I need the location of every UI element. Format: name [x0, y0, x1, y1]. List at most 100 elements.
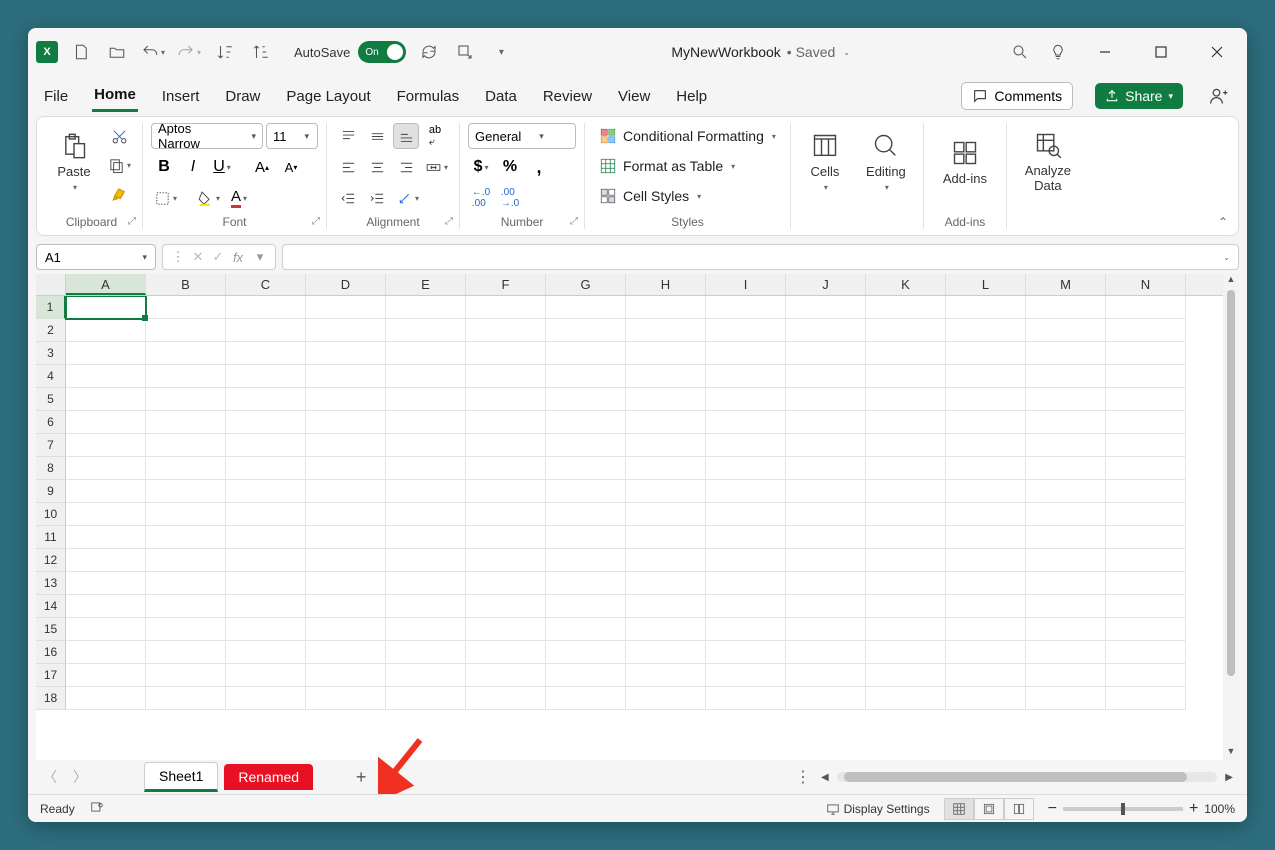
cell[interactable]	[786, 595, 866, 618]
cell[interactable]	[946, 641, 1026, 664]
cell[interactable]	[226, 457, 306, 480]
cell[interactable]	[946, 296, 1026, 319]
cell[interactable]	[626, 526, 706, 549]
row-header[interactable]: 8	[36, 457, 66, 480]
cell[interactable]	[466, 503, 546, 526]
cell[interactable]	[946, 480, 1026, 503]
cell[interactable]	[1106, 664, 1186, 687]
cell[interactable]	[386, 388, 466, 411]
cell[interactable]	[386, 687, 466, 710]
cell[interactable]	[1026, 296, 1106, 319]
cell[interactable]	[1026, 342, 1106, 365]
cell[interactable]	[946, 388, 1026, 411]
orientation-icon[interactable]: ▾	[393, 185, 422, 211]
decrease-decimal-icon[interactable]: .00→.0	[497, 185, 523, 211]
cell[interactable]	[546, 480, 626, 503]
borders-icon[interactable]: ▾	[151, 185, 180, 211]
cell[interactable]	[866, 595, 946, 618]
cell[interactable]	[546, 503, 626, 526]
underline-button[interactable]: U▾	[209, 154, 235, 180]
cell[interactable]	[146, 595, 226, 618]
cell[interactable]	[306, 664, 386, 687]
cell[interactable]	[1026, 664, 1106, 687]
cell[interactable]	[706, 296, 786, 319]
cell[interactable]	[66, 503, 146, 526]
cell[interactable]	[386, 641, 466, 664]
increase-indent-icon[interactable]	[364, 185, 390, 211]
search-icon[interactable]	[1007, 39, 1033, 65]
horizontal-scrollbar[interactable]: ◀ ▶	[817, 772, 1237, 783]
zoom-slider[interactable]	[1063, 807, 1183, 811]
cell[interactable]	[786, 388, 866, 411]
cell[interactable]	[706, 618, 786, 641]
cell[interactable]	[306, 687, 386, 710]
tab-review[interactable]: Review	[541, 82, 594, 111]
cell[interactable]	[946, 411, 1026, 434]
cancel-formula-icon[interactable]: ✕	[189, 249, 207, 265]
cell[interactable]	[466, 411, 546, 434]
tab-formulas[interactable]: Formulas	[395, 82, 462, 111]
cell[interactable]	[306, 572, 386, 595]
page-layout-view-icon[interactable]	[974, 798, 1004, 820]
cell[interactable]	[466, 572, 546, 595]
cell[interactable]	[66, 641, 146, 664]
cell[interactable]	[786, 296, 866, 319]
cell[interactable]	[226, 687, 306, 710]
cell[interactable]	[146, 503, 226, 526]
cell[interactable]	[1026, 572, 1106, 595]
cell[interactable]	[1026, 480, 1106, 503]
merge-center-icon[interactable]: ▾	[422, 154, 451, 180]
row-header[interactable]: 2	[36, 319, 66, 342]
cell[interactable]	[466, 641, 546, 664]
fill-color-icon[interactable]: ▾	[194, 185, 223, 211]
cell[interactable]	[626, 503, 706, 526]
cell[interactable]	[226, 572, 306, 595]
cell[interactable]	[386, 480, 466, 503]
normal-view-icon[interactable]	[944, 798, 974, 820]
cell[interactable]	[546, 595, 626, 618]
cell[interactable]	[706, 480, 786, 503]
cell[interactable]	[706, 549, 786, 572]
cell[interactable]	[626, 664, 706, 687]
cell[interactable]	[546, 572, 626, 595]
align-left-icon[interactable]	[335, 154, 361, 180]
cell[interactable]	[226, 365, 306, 388]
cell[interactable]	[706, 388, 786, 411]
cell[interactable]	[626, 365, 706, 388]
cell[interactable]	[1106, 572, 1186, 595]
cells-button[interactable]: Cells▾	[799, 123, 851, 201]
refresh-icon[interactable]	[416, 39, 442, 65]
qat-overflow-icon[interactable]: ▾	[488, 39, 514, 65]
decrease-indent-icon[interactable]	[335, 185, 361, 211]
shrink-font-icon[interactable]: A▾	[278, 154, 304, 180]
column-header[interactable]: C	[226, 274, 306, 295]
scroll-right-icon[interactable]: ▶	[1221, 772, 1237, 783]
cell[interactable]	[386, 342, 466, 365]
cell[interactable]	[306, 342, 386, 365]
cell[interactable]	[546, 342, 626, 365]
open-file-icon[interactable]	[104, 39, 130, 65]
autosave-toggle[interactable]: On	[358, 41, 406, 63]
cell[interactable]	[226, 641, 306, 664]
row-header[interactable]: 7	[36, 434, 66, 457]
cell[interactable]	[866, 526, 946, 549]
cell[interactable]	[146, 296, 226, 319]
cell[interactable]	[1026, 434, 1106, 457]
cell[interactable]	[386, 457, 466, 480]
cell[interactable]	[946, 342, 1026, 365]
column-header[interactable]: E	[386, 274, 466, 295]
cell[interactable]	[626, 411, 706, 434]
cell[interactable]	[226, 411, 306, 434]
cut-icon[interactable]	[105, 123, 134, 149]
cell[interactable]	[946, 434, 1026, 457]
cell[interactable]	[466, 434, 546, 457]
cell[interactable]	[66, 687, 146, 710]
cell[interactable]	[226, 319, 306, 342]
cell[interactable]	[626, 434, 706, 457]
row-header[interactable]: 9	[36, 480, 66, 503]
cell[interactable]	[1106, 549, 1186, 572]
cell[interactable]	[386, 365, 466, 388]
cell[interactable]	[946, 664, 1026, 687]
scroll-left-icon[interactable]: ◀	[817, 772, 833, 783]
italic-button[interactable]: I	[180, 154, 206, 180]
